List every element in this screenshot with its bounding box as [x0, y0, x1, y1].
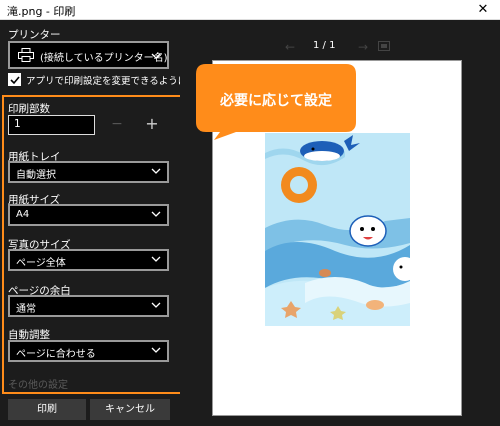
- paper-size-value: A4: [16, 209, 30, 220]
- photo-size-select[interactable]: ページ全体: [8, 249, 169, 271]
- auto-adjust-select[interactable]: ページに合わせる: [8, 340, 169, 362]
- chevron-down-icon: [151, 302, 161, 308]
- title-bar: 滝.png - 印刷 ✕: [0, 0, 500, 20]
- window-title: 滝.png - 印刷: [7, 5, 76, 18]
- copies-input[interactable]: 1: [8, 115, 95, 135]
- prev-page-icon[interactable]: ←: [285, 40, 295, 54]
- page-margins-select[interactable]: 通常: [8, 295, 169, 317]
- callout-text: 必要に応じて設定: [220, 93, 332, 109]
- chevron-down-icon: [151, 168, 161, 174]
- chevron-down-icon: [151, 53, 161, 59]
- copies-label: 印刷部数: [8, 103, 50, 115]
- preview-navigation: ← 1 / 1 →: [180, 40, 500, 54]
- printer-icon: [18, 48, 34, 62]
- photo-preview-image: [265, 133, 410, 326]
- copies-minus-button[interactable]: −: [111, 117, 123, 131]
- copies-plus-button[interactable]: +: [145, 116, 159, 132]
- next-page-icon[interactable]: →: [358, 40, 368, 54]
- print-button[interactable]: 印刷: [8, 399, 86, 420]
- close-icon[interactable]: ✕: [472, 1, 494, 19]
- paper-size-select[interactable]: A4: [8, 204, 169, 226]
- checkbox-checked-icon[interactable]: [8, 73, 21, 86]
- printer-label: プリンター: [8, 29, 61, 41]
- printer-select[interactable]: (接続しているプリンター名): [8, 41, 169, 69]
- paper-tray-select[interactable]: 自動選択: [8, 161, 169, 183]
- chevron-down-icon: [151, 256, 161, 262]
- paper-tray-value: 自動選択: [16, 170, 56, 181]
- printer-name: (接続しているプリンター名): [40, 53, 168, 64]
- auto-adjust-value: ページに合わせる: [16, 349, 96, 360]
- chevron-down-icon: [151, 211, 161, 217]
- page-margins-value: 通常: [16, 304, 36, 315]
- photo-size-value: ページ全体: [16, 258, 66, 269]
- cancel-button[interactable]: キャンセル: [90, 399, 170, 420]
- more-settings-link[interactable]: その他の設定: [8, 376, 68, 391]
- chevron-down-icon: [151, 347, 161, 353]
- fit-page-icon[interactable]: [378, 41, 390, 51]
- page-counter: 1 / 1: [313, 40, 336, 51]
